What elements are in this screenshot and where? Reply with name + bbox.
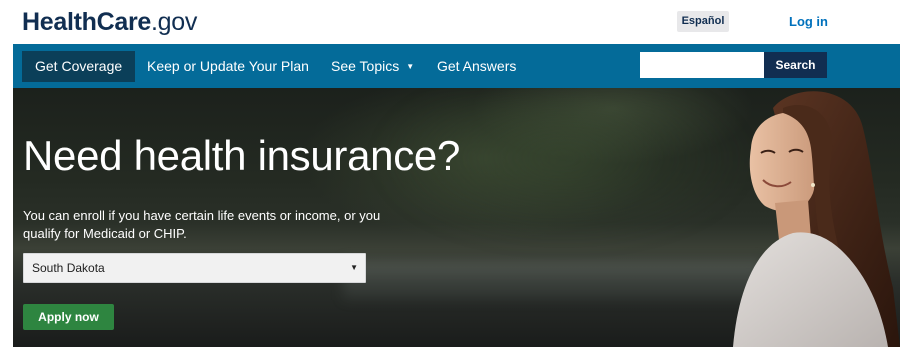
logo-main-text: HealthCare (22, 8, 151, 36)
nav-get-coverage[interactable]: Get Coverage (22, 51, 136, 82)
state-select[interactable]: South Dakota ▼ (23, 253, 366, 283)
nav-get-answers-label: Get Answers (437, 58, 517, 74)
state-select-value: South Dakota (32, 261, 105, 275)
healthcare-gov-logo[interactable]: HealthCare.gov (22, 6, 197, 38)
nav-get-coverage-label: Get Coverage (35, 58, 123, 74)
hero-description: You can enroll if you have certain life … (23, 208, 381, 241)
top-header: HealthCare.gov Español Log in (0, 0, 903, 44)
hero-background-water (343, 260, 763, 300)
espanol-language-button[interactable]: Español (677, 11, 729, 32)
nav-see-topics[interactable]: See Topics ▼ (318, 51, 427, 82)
healthcare-home-page: HealthCare.gov Español Log in Get Covera… (0, 0, 903, 347)
search-input[interactable] (640, 52, 764, 78)
caret-down-icon: ▼ (350, 263, 358, 272)
login-link[interactable]: Log in (789, 12, 828, 32)
logo-dot: . (151, 8, 158, 36)
nav-see-topics-label: See Topics (331, 58, 400, 74)
smiling-woman-photo (733, 91, 900, 347)
search-button[interactable]: Search (764, 52, 827, 78)
chevron-down-icon: ▼ (406, 62, 415, 71)
logo-suffix-text: gov (157, 8, 198, 36)
nav-keep-or-update-plan[interactable]: Keep or Update Your Plan (134, 51, 322, 82)
hero-banner: Need health insurance? You can enroll if… (13, 88, 900, 347)
hero-heading: Need health insurance? (23, 132, 461, 179)
apply-now-button[interactable]: Apply now (23, 304, 114, 330)
main-nav-bar: Get Coverage Keep or Update Your Plan Se… (13, 44, 900, 88)
nav-keep-or-update-plan-label: Keep or Update Your Plan (147, 58, 309, 74)
nav-get-answers[interactable]: Get Answers (424, 51, 529, 82)
